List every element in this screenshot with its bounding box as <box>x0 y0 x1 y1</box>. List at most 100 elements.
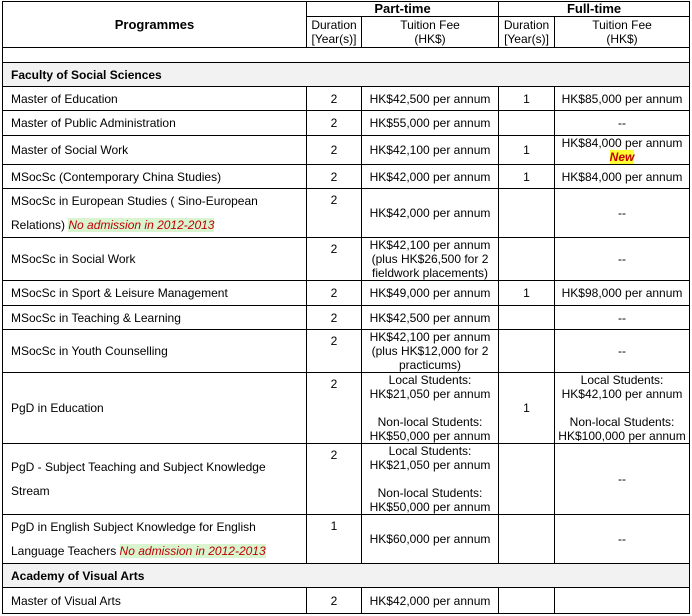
tuition-fee-table: Programmes Part-time Full-time Duration[… <box>1 1 691 614</box>
pt-fee: HK$42,500 per annum <box>360 305 500 330</box>
ft-fee-line: -- <box>618 206 627 220</box>
ft-duration <box>498 110 556 136</box>
ft-fee: HK$98,000 per annum <box>554 280 691 306</box>
table-row: PgD in Education 2 Local Students: HK$21,05… <box>2 372 691 444</box>
ft-fee-line: Non-local Students: <box>569 415 675 429</box>
table-row: Master of Public Administration 2 HK$55,00… <box>2 110 691 136</box>
ft-fee-line: -- <box>618 116 627 130</box>
programme-name: MSocSc (Contemporary China Studies) <box>2 164 307 189</box>
ft-duration: 1 <box>498 86 556 111</box>
pt-fee: Local Students: HK$21,050 per annum Non-lo… <box>360 443 500 515</box>
table-row: Master of Social Work 2 HK$42,100 per annu… <box>2 135 691 165</box>
admission-note: No admission in 2012-2013 <box>68 218 215 232</box>
ft-duration <box>498 329 556 373</box>
ft-fee-line: HK$100,000 per annum <box>558 429 686 443</box>
pt-fee-line: HK$60,000 per annum <box>369 532 491 546</box>
pt-fee: HK$49,000 per annum <box>360 280 500 306</box>
pt-fee: HK$42,100 per annum (plus HK$26,500 for 2… <box>360 237 500 281</box>
pt-duration: 2 <box>306 280 362 306</box>
table-row: PgD - Subject Teaching and Subject Knowl… <box>2 443 691 515</box>
ft-fee: HK$85,000 per annum <box>554 86 691 111</box>
table-row: PgD in English Subject Knowledge for Eng… <box>2 514 691 564</box>
programme-name: PgD - Subject Teaching and Subject Knowl… <box>2 443 307 515</box>
pt-duration: 2 <box>306 372 362 444</box>
ft-fee-line: -- <box>618 532 627 546</box>
pt-fee-line: HK$21,050 per annum <box>369 458 491 472</box>
table-body: Faculty of Social Sciences Master of Educ… <box>1 47 691 614</box>
programme-name-line2: Relations) <box>11 218 66 232</box>
table-row: MSocSc in Youth Counselling 2 HK$42,100 pe… <box>2 329 691 373</box>
ft-duration <box>498 587 556 614</box>
header-programmes: Programmes <box>2 1 307 48</box>
ft-duration <box>498 305 556 330</box>
pt-fee-line: HK$42,000 per annum <box>369 593 491 608</box>
ft-duration <box>498 188 556 238</box>
programme-name: Master of Social Work <box>2 135 307 165</box>
table-row: MSocSc in Social Work 2 HK$42,100 per annu… <box>2 237 691 281</box>
programme-name: MSocSc in Teaching & Learning <box>2 305 307 330</box>
ft-fee: -- <box>554 514 691 564</box>
pt-fee-line: practicums) <box>399 358 462 372</box>
ft-fee: -- <box>554 188 691 238</box>
ft-fee-line: HK$85,000 per annum <box>561 91 683 106</box>
pt-fee-line: Local Students: <box>388 373 472 387</box>
spacer-cell <box>1 47 691 63</box>
pt-duration: 2 <box>306 329 362 373</box>
programme-name: PgD in Education <box>2 372 307 444</box>
section-title: Faculty of Social Sciences <box>1 62 691 87</box>
ft-fee-line: HK$42,100 per annum <box>561 387 683 401</box>
programme-name-text: MSocSc in Social Work <box>11 252 136 266</box>
pt-duration: 2 <box>306 305 362 330</box>
ft-duration: 1 <box>498 372 556 444</box>
programme-name-line1: PgD in English Subject Knowledge for Eng… <box>11 520 256 534</box>
programme-name-line1: PgD - Subject Teaching and Subject Knowl… <box>11 460 266 474</box>
pt-fee: HK$42,000 per annum <box>360 188 500 238</box>
ft-fee: Local Students: HK$42,100 per annum Non-lo… <box>554 372 691 444</box>
pt-fee-line: HK$21,050 per annum <box>369 387 491 401</box>
ft-fee-line: HK$98,000 per annum <box>561 286 683 300</box>
programme-name: PgD in English Subject Knowledge for Eng… <box>2 514 307 564</box>
header-part-time: Part-time <box>305 1 500 17</box>
ft-duration <box>498 443 556 515</box>
pt-fee: HK$42,100 per annum <box>360 135 500 165</box>
programme-name-text: Master of Social Work <box>11 143 129 157</box>
programme-name: MSocSc in Social Work <box>2 237 307 281</box>
programme-name-text: Master of Visual Arts <box>11 593 121 608</box>
pt-duration: 2 <box>306 188 362 238</box>
ft-duration: 1 <box>498 164 556 189</box>
pt-fee-line: HK$42,000 per annum <box>369 169 491 184</box>
ft-fee-line: -- <box>618 252 627 266</box>
programme-name-line2: Stream <box>11 484 50 498</box>
programme-name: Master of Public Administration <box>2 110 307 136</box>
programme-name-line1: MSocSc in European Studies ( Sino-Europe… <box>11 194 258 208</box>
ft-fee: -- <box>554 237 691 281</box>
ft-fee: HK$84,000 per annum New <box>554 135 691 165</box>
ft-fee-line: -- <box>618 344 627 358</box>
pt-fee: Local Students: HK$21,050 per annum Non-lo… <box>360 372 500 444</box>
new-badge: New <box>609 150 635 164</box>
pt-fee-line: (plus HK$12,000 for 2 <box>371 344 489 358</box>
pt-fee: HK$42,500 per annum <box>360 86 500 111</box>
ft-duration: 1 <box>498 280 556 306</box>
table-row: MSocSc in European Studies ( Sino-Europe… <box>2 188 691 238</box>
programme-name: MSocSc in European Studies ( Sino-Europe… <box>2 188 307 238</box>
pt-fee: HK$55,000 per annum <box>360 110 500 136</box>
programme-name: Master of Visual Arts <box>2 587 307 614</box>
section-title: Academy of Visual Arts <box>1 563 691 588</box>
pt-duration: 2 <box>306 587 362 614</box>
ft-fee-line: HK$84,000 per annum <box>561 136 683 150</box>
programme-name-text: MSocSc in Teaching & Learning <box>11 310 181 325</box>
table-row: Master of Education 2 HK$42,500 per annum 1… <box>2 86 691 111</box>
pt-fee: HK$42,000 per annum <box>360 587 500 614</box>
pt-fee: HK$42,000 per annum <box>360 164 500 189</box>
pt-duration: 2 <box>306 443 362 515</box>
header-ft-duration: Duration [Year(s)] <box>498 16 556 48</box>
programme-name-line2: Language Teachers <box>11 544 117 558</box>
pt-fee-line: (plus HK$26,500 for 2 <box>371 252 489 266</box>
ft-duration: 1 <box>498 135 556 165</box>
header-pt-duration: Duration [Year(s)] <box>306 16 362 48</box>
programme-name-text: MSocSc in Sport & Leisure Management <box>11 286 228 300</box>
programme-name-text: PgD in Education <box>11 401 104 415</box>
ft-fee: -- <box>554 329 691 373</box>
pt-fee-line: HK$42,100 per annum <box>369 143 491 157</box>
